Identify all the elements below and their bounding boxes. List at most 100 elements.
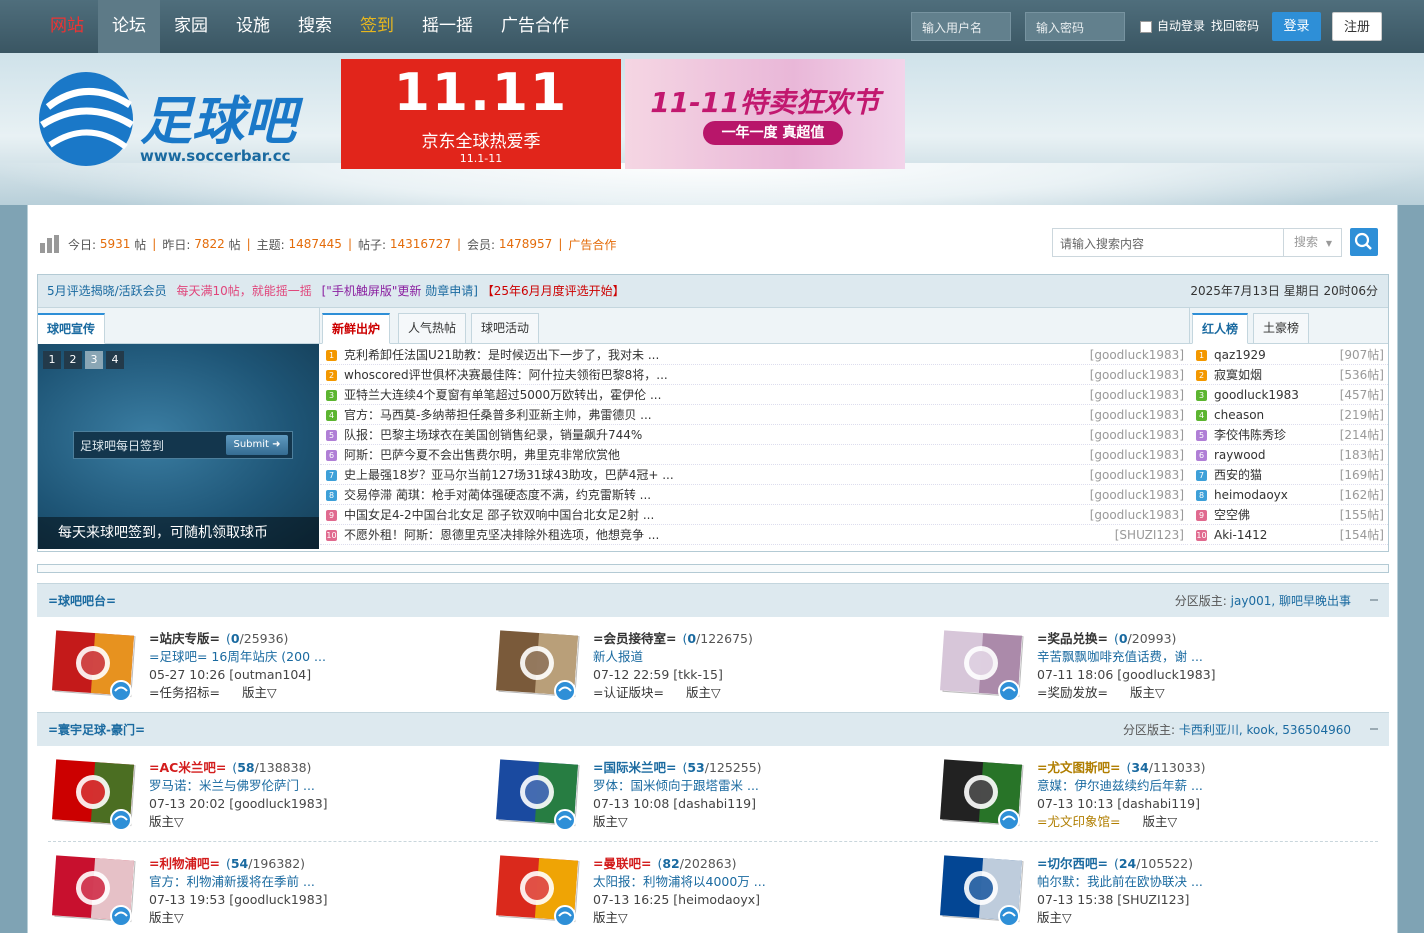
ranking-row[interactable]: 3 goodluck1983 [457帖]: [1190, 385, 1388, 405]
forum-name[interactable]: =利物浦吧=: [149, 856, 220, 871]
ranking-user[interactable]: qaz1929: [1214, 345, 1266, 365]
forum-thumbnail[interactable]: [937, 759, 1025, 831]
forum-thumbnail[interactable]: [493, 855, 581, 927]
site-logo[interactable]: 足球吧 www.soccerbar.cc: [36, 67, 336, 169]
moderator-dropdown[interactable]: 版主▽: [686, 685, 721, 700]
forum-name[interactable]: =切尔西吧=: [1037, 856, 1108, 871]
moderator-dropdown[interactable]: 版主▽: [1142, 814, 1177, 829]
forum-last-post[interactable]: =足球吧= 16周年站庆 (200 ...: [149, 648, 326, 666]
ranking-row[interactable]: 1 qaz1929 [907帖]: [1190, 345, 1388, 365]
section-header[interactable]: =球吧吧台= 分区版主: jay001, 聊吧早晚出事: [37, 583, 1389, 617]
forum-name[interactable]: =AC米兰吧=: [149, 760, 226, 775]
ranking-user[interactable]: heimodaoyx: [1214, 485, 1288, 505]
forum-board[interactable]: =站庆专版= (0/25936) =足球吧= 16周年站庆 (200 ... 05-2…: [49, 630, 479, 710]
ad-cooperation-link[interactable]: 广告合作: [568, 236, 616, 253]
moderator-dropdown[interactable]: 版主▽: [242, 685, 277, 700]
thread-author[interactable]: [goodluck1983]: [1090, 385, 1184, 405]
tab-promo[interactable]: 球吧宣传: [38, 313, 106, 344]
forum-name[interactable]: =尤文图斯吧=: [1037, 760, 1120, 775]
forum-board[interactable]: =会员接待室= (0/122675) 新人报道 07-12 22:59 [tkk-15…: [493, 630, 923, 710]
slide-page-2[interactable]: 2: [64, 351, 82, 369]
password-input[interactable]: 输入密码: [1025, 12, 1125, 41]
sub-forum-link[interactable]: =任务招标=: [149, 685, 220, 700]
forum-last-post[interactable]: 罗马诺：米兰与佛罗伦萨门 ...: [149, 777, 328, 795]
forum-last-post[interactable]: 官方：利物浦新援将在季前 ...: [149, 873, 328, 891]
nav-checkin[interactable]: 签到: [346, 0, 408, 53]
slide-page-3[interactable]: 3: [85, 351, 103, 369]
search-input[interactable]: 请输入搜索内容: [1060, 235, 1144, 252]
ranking-user[interactable]: 空空佛: [1214, 505, 1250, 525]
thread-row[interactable]: 4 官方：马西莫-多纳蒂担任桑普多利亚新主帅，弗雷德贝 ... [goodluck1…: [320, 405, 1188, 425]
ranking-row[interactable]: 6 raywood [183帖]: [1190, 445, 1388, 465]
checkin-input[interactable]: 足球吧每日签到: [80, 437, 164, 454]
ranking-row[interactable]: 5 李佼伟陈秀珍 [214帖]: [1190, 425, 1388, 445]
thread-title[interactable]: 阿斯：巴萨今夏不会出售费尔明，弗里克非常欣赏他: [344, 445, 620, 465]
ranking-row[interactable]: 9 空空佛 [155帖]: [1190, 505, 1388, 525]
forum-thumbnail[interactable]: [49, 759, 137, 831]
notice-item[interactable]: ["手机触屏版"更新: [322, 284, 422, 298]
thread-title[interactable]: 中国女足4-2中国台北女足 邵子钦双响中国台北女足2射 ...: [344, 505, 654, 525]
thread-row[interactable]: 6 阿斯：巴萨今夏不会出售费尔明，弗里克非常欣赏他 [goodluck1983]: [320, 445, 1188, 465]
thread-row[interactable]: 8 交易停滞 蔺琪：枪手对蔺体强硬态度不满，约克雷斯转 ... [goodluck1…: [320, 485, 1188, 505]
ranking-row[interactable]: 8 heimodaoyx [162帖]: [1190, 485, 1388, 505]
forum-thumbnail[interactable]: [49, 630, 137, 702]
forum-thumbnail[interactable]: [493, 759, 581, 831]
sub-forum-link[interactable]: =尤文印象馆=: [1037, 814, 1120, 829]
forum-thumbnail[interactable]: [937, 630, 1025, 702]
thread-author[interactable]: [goodluck1983]: [1090, 345, 1184, 365]
forum-board[interactable]: =曼联吧= (82/202863) 太阳报：利物浦将以4000万 ... 07-13 …: [493, 855, 923, 933]
nav-forum[interactable]: 论坛: [98, 0, 160, 53]
thread-row[interactable]: 1 克利希卸任法国U21助教：是时候迈出下一步了，我对未 ... [goodluck…: [320, 345, 1188, 365]
collapse-icon[interactable]: [1370, 599, 1378, 601]
forum-last-post[interactable]: 辛苦飘飘咖啡充值话费，谢 ...: [1037, 648, 1216, 666]
forum-last-post[interactable]: 新人报道: [593, 648, 753, 666]
nav-search[interactable]: 搜索: [284, 0, 346, 53]
mods-names[interactable]: 卡西利亚川, kook, 536504960: [1179, 723, 1351, 737]
tab-new-posts[interactable]: 新鲜出炉: [322, 313, 391, 344]
forum-thumbnail[interactable]: [493, 630, 581, 702]
find-password-link[interactable]: 找回密码: [1211, 12, 1259, 41]
ranking-user[interactable]: cheason: [1214, 405, 1264, 425]
slide-page-4[interactable]: 4: [106, 351, 124, 369]
nav-home[interactable]: 家园: [160, 0, 222, 53]
thread-title[interactable]: 史上最强18岁？亚马尔当前127场31球43助攻，巴萨4冠+ ...: [344, 465, 674, 485]
thread-author[interactable]: [goodluck1983]: [1090, 445, 1184, 465]
tab-activities[interactable]: 球吧活动: [471, 313, 540, 344]
tab-popular-users[interactable]: 红人榜: [1192, 313, 1249, 344]
nav-shake[interactable]: 摇一摇: [408, 0, 487, 53]
moderator-dropdown[interactable]: 版主▽: [149, 910, 184, 925]
thread-title[interactable]: 不愿外租！阿斯：恩德里克坚决排除外租选项，他想竞争 ...: [344, 525, 659, 545]
thread-author[interactable]: [goodluck1983]: [1090, 425, 1184, 445]
forum-board[interactable]: =AC米兰吧= (58/138838) 罗马诺：米兰与佛罗伦萨门 ... 07-13 …: [49, 759, 479, 839]
ad-banner-jd[interactable]: 11.11 京东全球热爱季 11.1-11: [341, 59, 621, 169]
forum-board[interactable]: =奖品兑换= (0/20993) 辛苦飘飘咖啡充值话费，谢 ... 07-11 18:…: [937, 630, 1367, 710]
search-button[interactable]: [1350, 228, 1378, 256]
forum-name[interactable]: =会员接待室=: [593, 631, 676, 646]
notice-item[interactable]: 勋章申请]: [425, 284, 478, 298]
forum-name[interactable]: =国际米兰吧=: [593, 760, 676, 775]
thread-title[interactable]: 官方：马西莫-多纳蒂担任桑普多利亚新主帅，弗雷德贝 ...: [344, 405, 652, 425]
ranking-user[interactable]: Aki-1412: [1214, 525, 1267, 545]
thread-author[interactable]: [SHUZI123]: [1115, 525, 1184, 545]
moderator-dropdown[interactable]: 版主▽: [1037, 910, 1072, 925]
ranking-user[interactable]: 李佼伟陈秀珍: [1214, 425, 1286, 445]
section-title[interactable]: =球吧吧台=: [48, 594, 116, 608]
mods-names[interactable]: jay001, 聊吧早晚出事: [1231, 594, 1351, 608]
forum-last-post[interactable]: 帕尔默：我此前在欧协联决 ...: [1037, 873, 1203, 891]
ranking-row[interactable]: 10 Aki-1412 [154帖]: [1190, 525, 1388, 545]
tab-rich-users[interactable]: 土豪榜: [1253, 313, 1310, 344]
thread-row[interactable]: 2 whoscored评世俱杯决赛最佳阵：阿什拉夫领衔巴黎8将，... [goodl…: [320, 365, 1188, 385]
moderator-dropdown[interactable]: 版主▽: [593, 814, 628, 829]
forum-board[interactable]: =利物浦吧= (54/196382) 官方：利物浦新援将在季前 ... 07-13 1…: [49, 855, 479, 933]
ranking-user[interactable]: raywood: [1214, 445, 1266, 465]
nav-website[interactable]: 网站: [36, 0, 98, 53]
thread-row[interactable]: 7 史上最强18岁？亚马尔当前127场31球43助攻，巴萨4冠+ ... [good…: [320, 465, 1188, 485]
notice-item[interactable]: 5月评选揭晓/活跃会员: [47, 284, 167, 298]
thread-title[interactable]: whoscored评世俱杯决赛最佳阵：阿什拉夫领衔巴黎8将，...: [344, 365, 668, 385]
sub-forum-link[interactable]: =奖励发放=: [1037, 685, 1108, 700]
ad-banner-sale[interactable]: 11-11特卖狂欢节 一年一度 真超值: [625, 59, 905, 169]
moderator-dropdown[interactable]: 版主▽: [1130, 685, 1165, 700]
thread-title[interactable]: 亚特兰大连续4个夏窗有单笔超过5000万欧转出，霍伊伦 ...: [344, 385, 661, 405]
forum-board[interactable]: =国际米兰吧= (53/125255) 罗体：国米倾向于跟塔雷米 ... 07-13 …: [493, 759, 923, 839]
checkin-submit-button[interactable]: Submit ➜: [226, 435, 288, 455]
